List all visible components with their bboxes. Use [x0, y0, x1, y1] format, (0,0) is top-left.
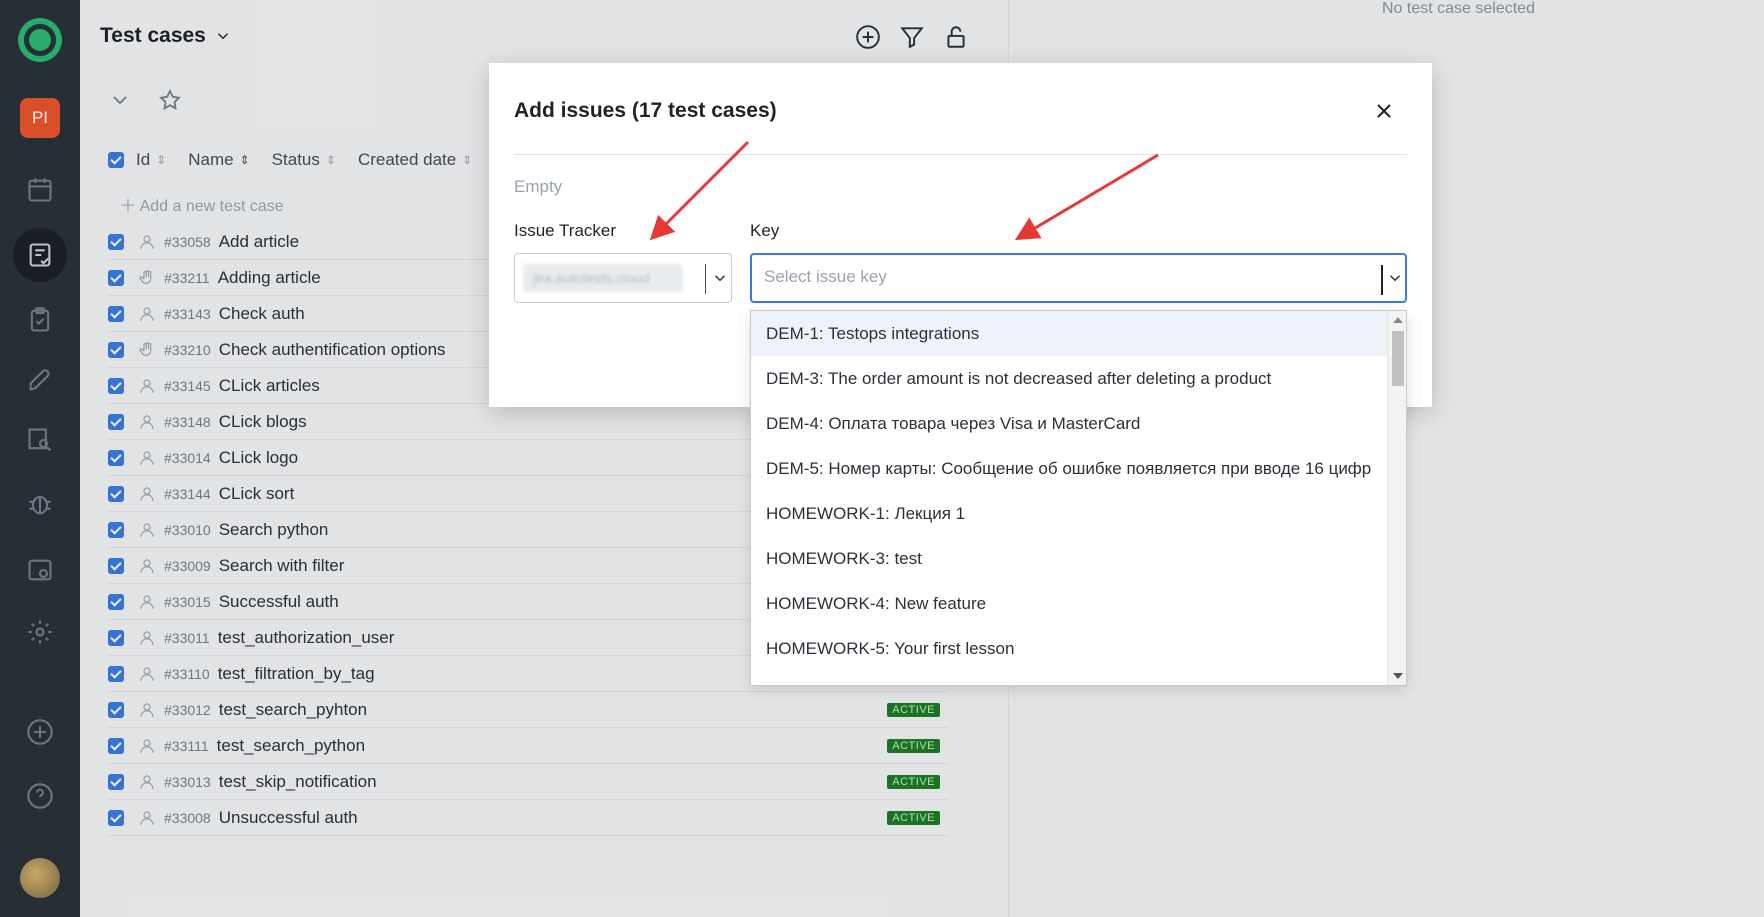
chevron-down-icon[interactable]	[1386, 269, 1404, 291]
issue-key-dropdown: DEM-1: Testops integrations DEM-3: The or…	[750, 310, 1407, 686]
issue-key-options: DEM-1: Testops integrations DEM-3: The or…	[751, 311, 1406, 671]
dropdown-scrollbar[interactable]	[1387, 311, 1406, 685]
scroll-down-icon[interactable]	[1393, 673, 1403, 679]
issue-tracker-label: Issue Tracker	[514, 221, 617, 240]
issue-tracker-select[interactable]: jira.autotests.cloud	[514, 253, 732, 303]
issue-key-option[interactable]: DEM-4: Оплата товара через Visa и Master…	[751, 401, 1389, 446]
issue-key-option[interactable]: DEM-1: Testops integrations	[751, 311, 1389, 356]
scroll-thumb[interactable]	[1392, 331, 1404, 386]
divider	[514, 154, 1407, 155]
issue-key-option[interactable]: HOMEWORK-4: New feature	[751, 581, 1389, 626]
select-separator	[705, 264, 706, 294]
issue-key-option[interactable]: DEM-5: Номер карты: Сообщение об ошибке …	[751, 446, 1389, 491]
key-select[interactable]	[750, 253, 1407, 303]
chevron-down-icon[interactable]	[711, 269, 729, 291]
issue-key-option[interactable]: HOMEWORK-1: Лекция 1	[751, 491, 1389, 536]
issue-key-option[interactable]: HOMEWORK-3: test	[751, 536, 1389, 581]
key-label: Key	[750, 221, 780, 240]
scroll-up-icon[interactable]	[1393, 317, 1403, 323]
close-icon[interactable]	[1372, 99, 1396, 123]
key-search-input[interactable]	[764, 267, 1364, 287]
modal-title: Add issues (17 test cases)	[514, 99, 777, 122]
issue-key-option[interactable]: DEM-3: The order amount is not decreased…	[751, 356, 1389, 401]
issue-tracker-value: jira.autotests.cloud	[523, 264, 683, 292]
text-cursor	[1381, 265, 1383, 295]
issue-key-option[interactable]: HOMEWORK-5: Your first lesson	[751, 626, 1389, 671]
empty-issues-text: Empty	[514, 177, 563, 196]
